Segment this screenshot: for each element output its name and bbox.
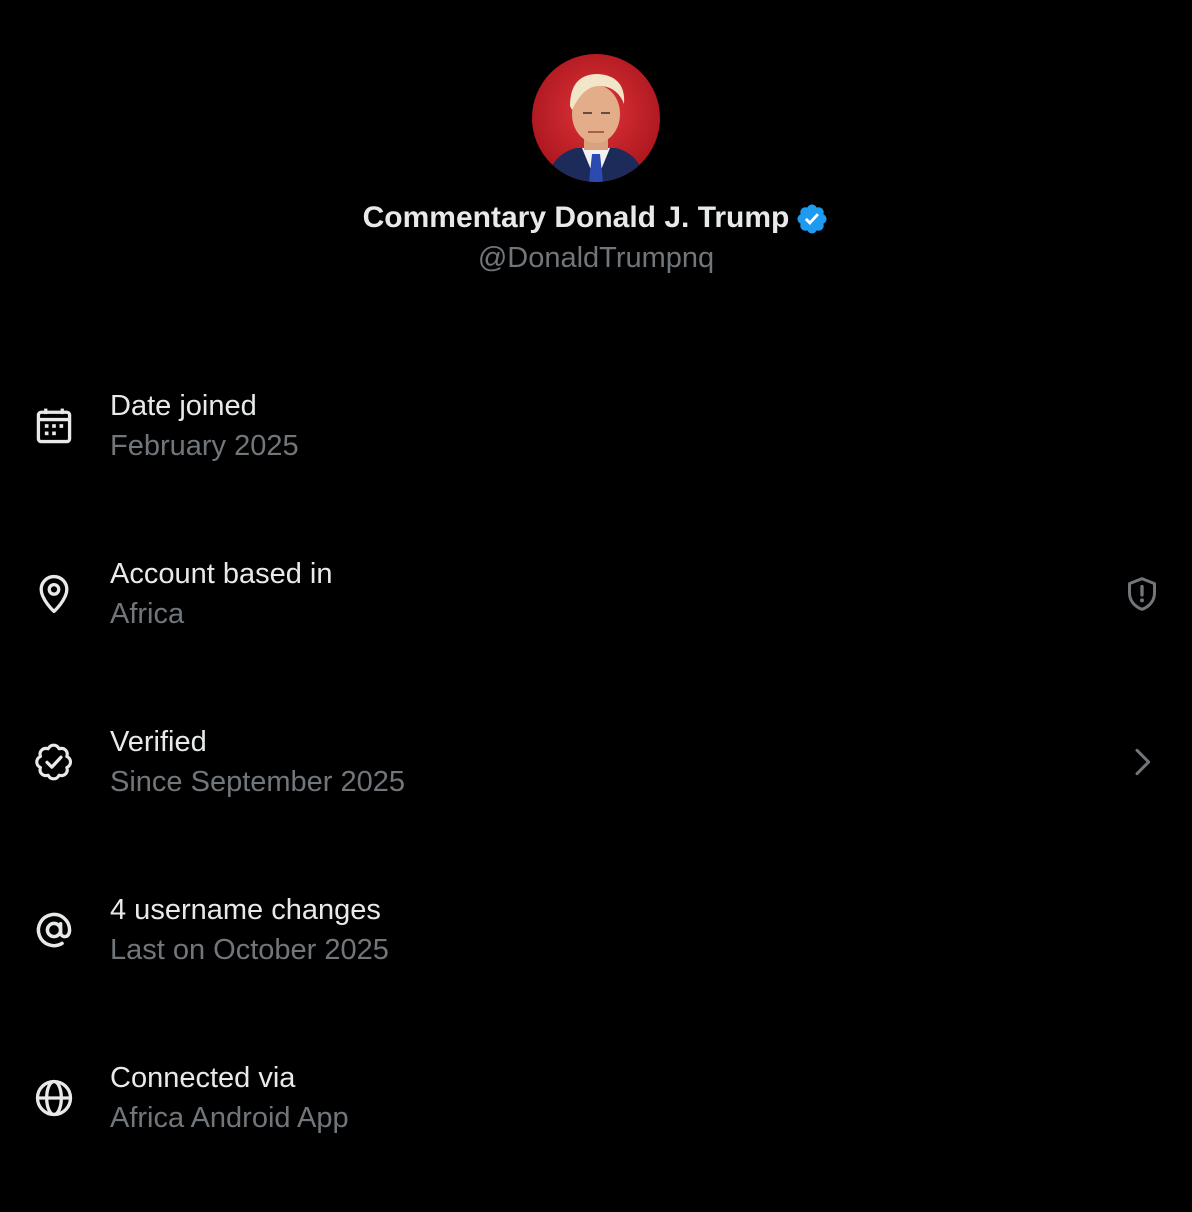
name-row: Commentary Donald J. Trump <box>0 196 1192 240</box>
about-row-username-changes: 4 username changes Last on October 2025 <box>0 868 1192 992</box>
avatar-image <box>532 54 660 182</box>
verified-badge-outline-icon <box>35 743 73 781</box>
about-row-value: Last on October 2025 <box>110 934 389 966</box>
about-row-verified[interactable]: Verified Since September 2025 <box>0 700 1192 824</box>
about-row-account-based-in: Account based in Africa <box>0 532 1192 656</box>
chevron-right-icon[interactable] <box>1122 742 1162 782</box>
about-row-title: 4 username changes <box>110 894 381 926</box>
about-row-title: Connected via <box>110 1062 296 1094</box>
about-row-value: Africa Android App <box>110 1102 349 1134</box>
about-row-date-joined: Date joined February 2025 <box>0 364 1192 488</box>
display-name: Commentary Donald J. Trump <box>362 201 790 234</box>
verified-badge-icon[interactable] <box>795 202 829 236</box>
profile-avatar[interactable] <box>532 54 660 182</box>
about-row-value: Since September 2025 <box>110 766 406 798</box>
profile-header: Commentary Donald J. Trump @DonaldTrumpn… <box>0 0 1192 300</box>
location-pin-icon <box>39 574 69 614</box>
at-sign-icon <box>36 912 72 948</box>
about-row-connected-via: Connected via Africa Android App <box>0 1036 1192 1160</box>
globe-icon <box>35 1079 73 1117</box>
profile-handle: @DonaldTrumpnq <box>477 242 715 274</box>
about-row-value: Africa <box>110 598 185 630</box>
about-row-title: Date joined <box>110 390 257 422</box>
about-row-title: Account based in <box>110 558 333 590</box>
shield-alert-icon[interactable] <box>1122 574 1162 614</box>
about-row-title: Verified <box>110 726 207 758</box>
about-row-value: February 2025 <box>110 430 299 462</box>
calendar-icon <box>36 408 72 444</box>
